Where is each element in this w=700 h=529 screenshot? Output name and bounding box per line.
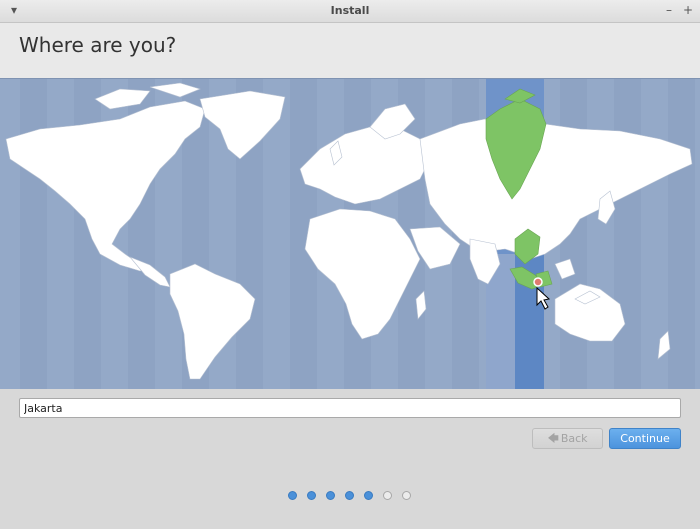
back-arrow-icon: 🡄 — [547, 432, 559, 445]
progress-dot-complete — [364, 491, 373, 500]
title-bar: ▾ Install – + — [0, 0, 700, 23]
progress-dot-pending — [402, 491, 411, 500]
maximize-icon[interactable]: + — [681, 3, 695, 17]
progress-dots — [288, 491, 418, 502]
timezone-map[interactable] — [0, 78, 700, 389]
progress-dot-complete — [345, 491, 354, 500]
continue-button-label: Continue — [620, 432, 670, 445]
location-pin — [533, 277, 543, 287]
continue-button[interactable]: Continue — [609, 428, 681, 449]
progress-dot-complete — [326, 491, 335, 500]
progress-dot-pending — [383, 491, 392, 500]
back-button[interactable]: 🡄 Back — [532, 428, 603, 449]
page-title: Where are you? — [19, 33, 177, 57]
page-header: Where are you? — [0, 23, 700, 78]
minimize-icon[interactable]: – — [662, 3, 676, 17]
world-map-svg — [5, 79, 695, 389]
progress-dot-complete — [288, 491, 297, 500]
location-input[interactable] — [19, 398, 681, 418]
window-title: Install — [330, 4, 370, 17]
installer-window: ▾ Install – + Where are you? Jakarta 🡄 B… — [0, 0, 700, 529]
progress-dot-complete — [307, 491, 316, 500]
back-button-label: Back — [560, 432, 588, 445]
